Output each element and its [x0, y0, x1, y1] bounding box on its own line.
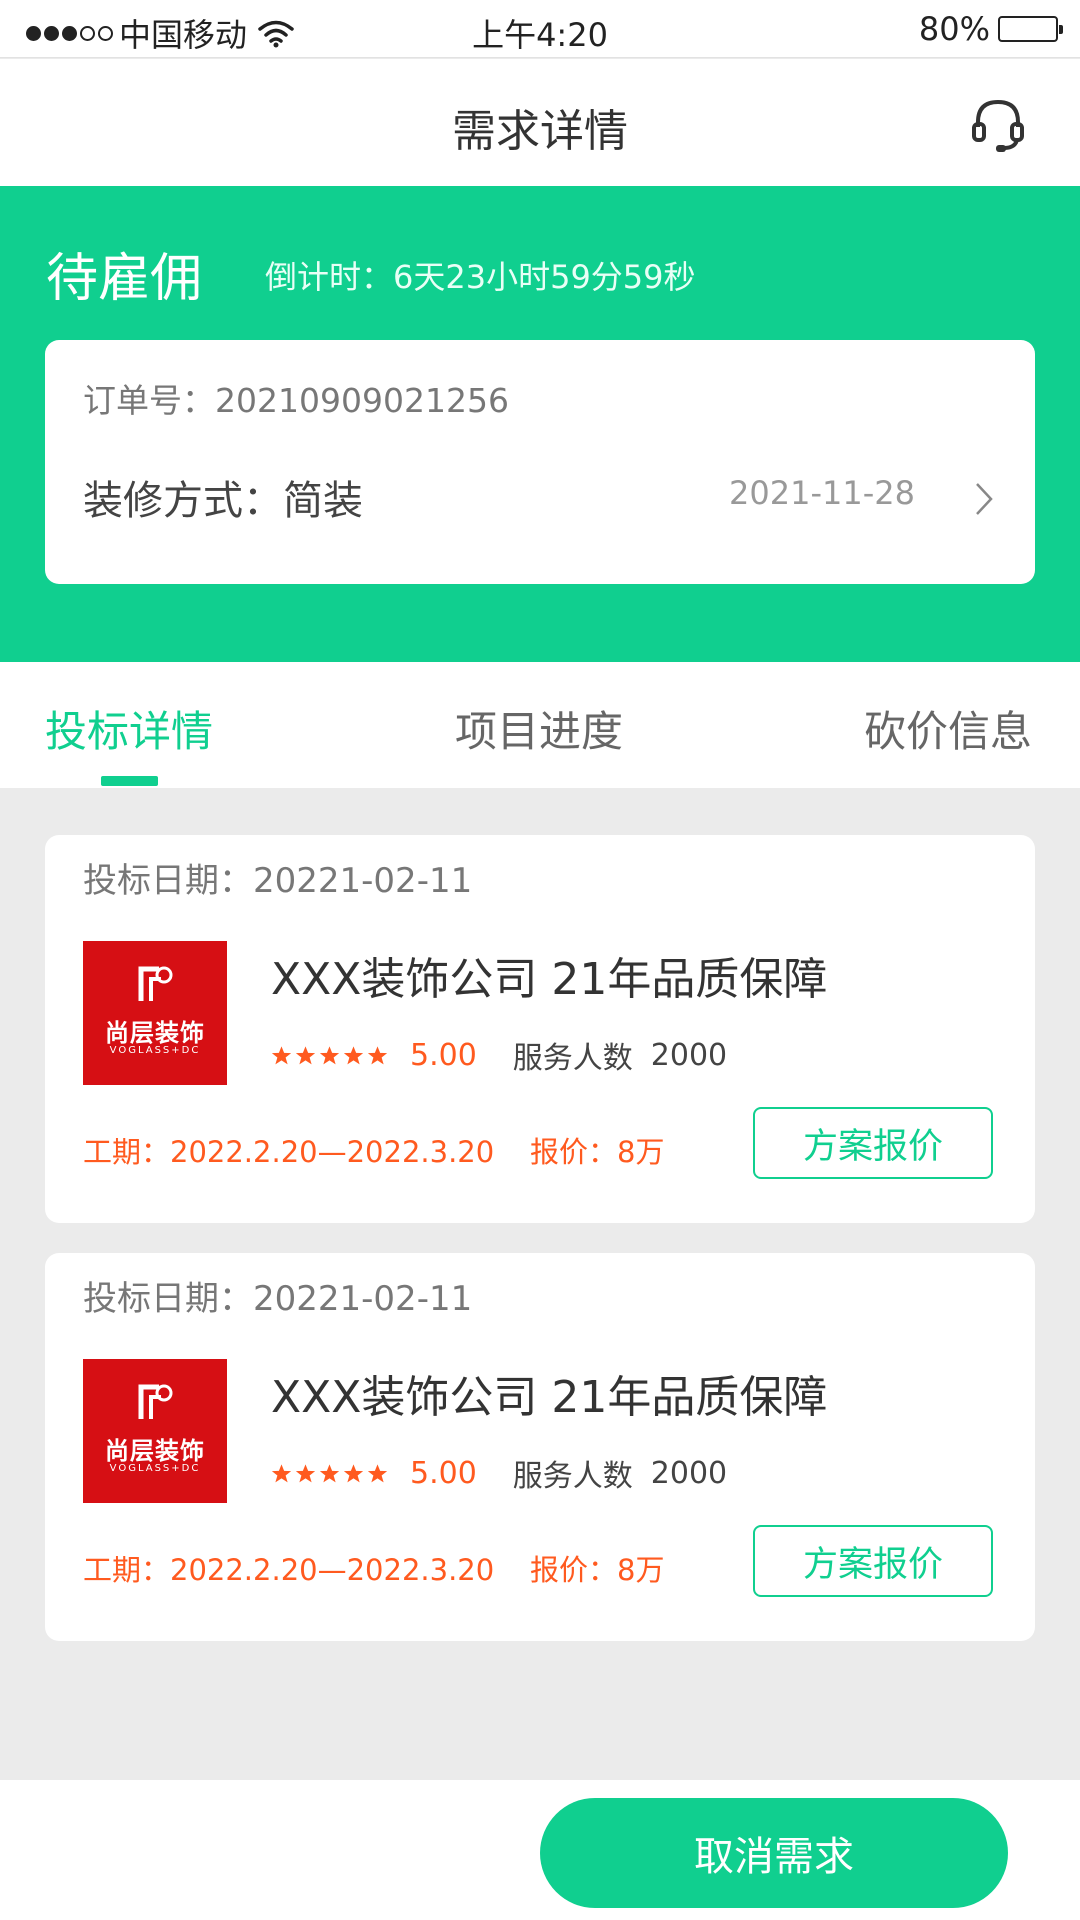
tab-bar: 投标详情 项目进度 砍价信息 — [0, 662, 1080, 788]
tab-project-progress[interactable]: 项目进度 — [455, 698, 623, 759]
decoration-value: 简装 — [283, 478, 363, 524]
plan-quote-button[interactable]: 方案报价 — [753, 1525, 993, 1597]
company-name: XXX装饰公司 21年品质保障 — [271, 954, 828, 1005]
logo-mark-icon — [138, 1384, 173, 1419]
star-icon — [319, 1045, 340, 1064]
battery-icon — [998, 16, 1063, 42]
work-period: 工期：2022.2.20—2022.3.20 — [83, 1135, 495, 1169]
quoted-price: 报价：8万 — [530, 1553, 665, 1587]
company-name: XXX装饰公司 21年品质保障 — [271, 1372, 828, 1423]
order-status: 待雇佣 — [46, 249, 203, 309]
bid-date-value: 20221-02-11 — [253, 861, 473, 901]
battery-percent: 80% — [918, 10, 990, 48]
logo-text-en: VOGLASS+DC — [109, 1045, 201, 1056]
star-icon — [343, 1045, 364, 1064]
rating-stars — [271, 1045, 388, 1066]
served-count-label: 服务人数 — [512, 1041, 633, 1076]
headset-icon[interactable] — [968, 94, 1028, 154]
star-icon — [271, 1463, 292, 1482]
quoted-price: 报价：8万 — [530, 1135, 665, 1169]
logo-text-cn: 尚层装饰 — [105, 1437, 205, 1465]
bid-date: 投标日期：20221-02-11 — [83, 853, 472, 902]
rating-row: 5.00 服务人数 2000 — [271, 1033, 727, 1077]
star-icon — [319, 1463, 340, 1482]
bid-date-label: 投标日期： — [83, 1279, 253, 1319]
star-icon — [271, 1045, 292, 1064]
star-icon — [295, 1045, 316, 1064]
status-right: 80% — [918, 10, 1063, 48]
logo-text-en: VOGLASS+DC — [109, 1463, 201, 1474]
order-header: 待雇佣 倒计时：6天23小时59分59秒 订单号：20210909021256 … — [0, 186, 1080, 662]
logo-text-cn: 尚层装饰 — [105, 1019, 205, 1047]
bid-card[interactable]: 投标日期：20221-02-11 尚层装饰 VOGLASS+DC XXX装饰公司… — [45, 835, 1035, 1223]
bid-date-label: 投标日期： — [83, 861, 253, 901]
star-icon — [295, 1463, 316, 1482]
bid-card[interactable]: 投标日期：20221-02-11 尚层装饰 VOGLASS+DC XXX装饰公司… — [45, 1253, 1035, 1641]
nav-bar: 需求详情 — [0, 59, 1080, 186]
order-number: 订单号：20210909021256 — [83, 374, 509, 422]
bottom-bar: 取消需求 — [0, 1780, 1080, 1920]
status-bar: 中国移动 上午4:20 80% — [0, 0, 1080, 58]
decoration-type: 装修方式：简装 — [83, 468, 363, 526]
company-logo: 尚层装饰 VOGLASS+DC — [83, 1359, 227, 1503]
order-number-value: 20210909021256 — [215, 381, 509, 420]
logo-mark-icon — [138, 966, 173, 1001]
star-icon — [367, 1045, 388, 1064]
bid-date: 投标日期：20221-02-11 — [83, 1271, 472, 1320]
bid-date-value: 20221-02-11 — [253, 1279, 473, 1319]
chevron-right-icon[interactable] — [975, 482, 993, 516]
tab-bargain-info[interactable]: 砍价信息 — [864, 698, 1032, 759]
page-title: 需求详情 — [452, 106, 628, 157]
order-number-label: 订单号： — [83, 381, 215, 420]
rating-row: 5.00 服务人数 2000 — [271, 1451, 727, 1495]
star-icon — [367, 1463, 388, 1482]
rating-stars — [271, 1463, 388, 1484]
active-tab-indicator — [101, 776, 158, 786]
served-count: 2000 — [650, 1455, 728, 1491]
company-logo: 尚层装饰 VOGLASS+DC — [83, 941, 227, 1085]
plan-quote-button[interactable]: 方案报价 — [753, 1107, 993, 1179]
star-icon — [343, 1463, 364, 1482]
served-count-label: 服务人数 — [512, 1459, 633, 1494]
rating-score: 5.00 — [410, 1037, 477, 1073]
order-date: 2021-11-28 — [729, 474, 915, 512]
countdown-text: 倒计时：6天23小时59分59秒 — [265, 258, 696, 296]
rating-score: 5.00 — [410, 1455, 477, 1491]
cancel-request-button[interactable]: 取消需求 — [540, 1798, 1008, 1908]
tab-bid-details[interactable]: 投标详情 — [45, 698, 213, 759]
decoration-label: 装修方式： — [83, 478, 283, 524]
served-count: 2000 — [650, 1037, 728, 1073]
work-period: 工期：2022.2.20—2022.3.20 — [83, 1553, 495, 1587]
order-info-card[interactable]: 订单号：20210909021256 装修方式：简装 2021-11-28 — [45, 340, 1035, 584]
